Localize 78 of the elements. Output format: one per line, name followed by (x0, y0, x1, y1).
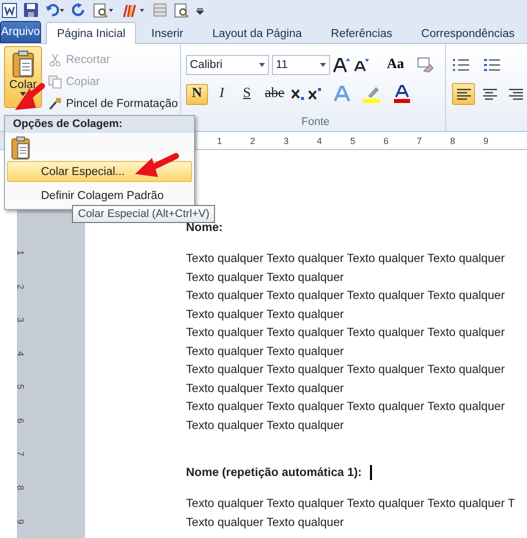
heading-text: Nome: (186, 220, 223, 234)
underline-button[interactable]: S (236, 84, 258, 104)
ruler-number: 4 (316, 136, 323, 146)
ruler-number: 7 (14, 452, 26, 457)
body-text-line: Texto qualquer Texto qualquer (186, 380, 345, 396)
font-name-field[interactable]: Calibri (186, 55, 269, 75)
clipboard-command[interactable]: Pincel de Formatação (46, 94, 180, 113)
heading-text: Nome (repetição automática 1): (186, 465, 362, 479)
save-icon[interactable] (24, 3, 38, 17)
bullet-list-icon[interactable] (452, 58, 470, 72)
ruler-number: 2 (250, 136, 256, 146)
body-text-line: Texto qualquer Texto qualquer (186, 306, 345, 322)
align-center-icon (482, 88, 498, 100)
ruler-number: 9 (483, 136, 490, 146)
body-text-line: Texto qualquer Texto qualquer Texto qualquer Texto qualquer T (186, 495, 516, 512)
file-tab[interactable]: Arquivo (0, 21, 41, 43)
align-left-icon (456, 88, 472, 100)
ruler-number: 6 (383, 136, 390, 146)
ruler-number: 4 (14, 350, 26, 356)
highlighter-icon[interactable] (362, 85, 382, 103)
subscript-icon[interactable] (291, 87, 306, 101)
bold-button[interactable]: N (186, 84, 208, 104)
menu-item[interactable]: Definir Colagem Padrão (7, 185, 192, 206)
copy-icon (48, 74, 62, 88)
alignment-button[interactable] (452, 83, 475, 105)
numbered-list-icon[interactable] (483, 58, 501, 72)
undo-icon[interactable] (45, 3, 65, 17)
grow-font-icon[interactable] (332, 57, 351, 73)
print-preview-icon[interactable] (174, 2, 189, 18)
ruler-number: 5 (14, 384, 26, 390)
ruler-number: 9 (14, 518, 26, 524)
word-logo-icon[interactable] (2, 2, 17, 18)
tooltip: Colar Especial (Alt+Ctrl+V) (72, 205, 216, 223)
align-right-icon (508, 88, 524, 100)
body-text-line: Texto qualquer Texto qualquer Texto qualquer Texto qualquer (186, 287, 506, 304)
ruler-number: 8 (14, 485, 26, 490)
group-label: Fonte (301, 116, 330, 128)
font-color-icon[interactable] (393, 85, 412, 103)
body-text-line: Texto qualquer Texto qualquer Texto qualquer Texto qualquer (186, 324, 506, 341)
dropdown-caret-icon (320, 63, 326, 67)
ribbon-tab[interactable]: Inserir (138, 22, 196, 44)
clear-formatting-icon[interactable] (417, 57, 434, 73)
ribbon-tab[interactable]: Layout da Página (199, 22, 315, 44)
print-preview-icon[interactable] (93, 2, 115, 18)
change-case-button[interactable]: Aa (384, 54, 406, 76)
font-size-field[interactable]: 11 (272, 55, 330, 75)
clipboard-icon (11, 136, 30, 160)
ruler-number: 7 (416, 136, 423, 146)
clipboard-icon (12, 50, 34, 78)
italic-button[interactable]: I (210, 84, 233, 104)
caret-icon (20, 92, 26, 96)
ruler-number: 1 (217, 136, 224, 146)
paintbrush-icon (48, 96, 62, 110)
ruler-number: 3 (284, 136, 290, 146)
ruler-number: 3 (14, 317, 26, 322)
ruler-number: 5 (350, 136, 356, 146)
strike-button[interactable]: abe (260, 84, 288, 104)
dropdown-caret-icon (258, 63, 265, 67)
body-text-line: Texto qualquer Texto qualquer Texto qualquer Texto qualquer (186, 398, 506, 415)
ruler-number: 8 (450, 136, 456, 146)
ruler-number: 6 (14, 418, 26, 424)
scissors-icon (48, 52, 62, 66)
ruler-number: 2 (14, 284, 26, 289)
shrink-font-icon[interactable] (354, 58, 370, 72)
ribbon-tab[interactable]: Página Inicial (46, 22, 136, 44)
body-text-line: Texto qualquer Texto qualquer (186, 514, 345, 530)
ruler-number: 1 (14, 250, 26, 256)
menu-item[interactable]: Colar Especial... (7, 161, 192, 182)
body-text-line: Texto qualquer Texto qualquer (186, 268, 345, 286)
body-text-line: Texto qualquer Texto qualquer Texto qualquer Texto qualquer (186, 361, 506, 378)
menu-header: Opções de Colagem: (5, 116, 194, 133)
ribbon-tab[interactable]: Referências (318, 22, 406, 44)
body-text-line: Texto qualquer Texto qualquer (186, 416, 345, 434)
body-text-line: Texto qualquer Texto qualquer (186, 342, 345, 360)
body-text-line: Texto qualquer Texto qualquer Texto qualquer Texto qualquer (186, 250, 506, 267)
redo-icon[interactable] (72, 3, 86, 17)
ribbon-tab[interactable]: Correspondências (408, 22, 527, 44)
superscript-icon[interactable] (308, 87, 322, 101)
